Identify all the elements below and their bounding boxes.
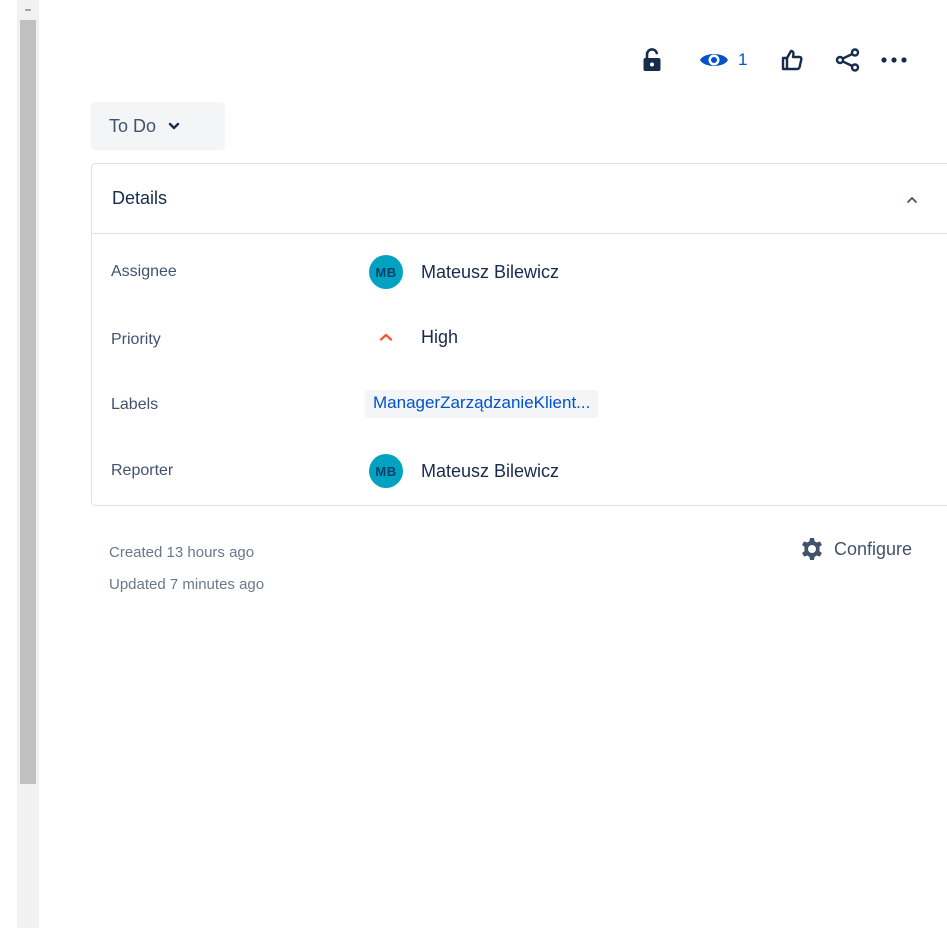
assignee-row: Assignee MB Mateusz Bilewicz [92, 252, 947, 292]
restrictions-button[interactable] [630, 42, 674, 78]
more-actions-button[interactable] [880, 42, 924, 78]
assignee-name: Mateusz Bilewicz [421, 261, 560, 282]
details-panel: Details Assignee MB Mateusz Bilewicz Pri… [91, 163, 947, 506]
priority-label: Priority [111, 331, 161, 348]
scroll-up-arrow[interactable] [17, 6, 39, 14]
unlock-icon [643, 48, 661, 71]
reporter-value[interactable]: MB Mateusz Bilewicz [369, 454, 559, 488]
priority-high-icon [369, 332, 403, 342]
priority-text: High [421, 326, 459, 347]
vertical-scrollbar[interactable] [17, 0, 39, 928]
issue-dates: Created 13 hours ago Updated 7 minutes a… [109, 537, 264, 601]
chevron-up-icon[interactable] [904, 192, 920, 208]
avatar: MB [369, 454, 403, 488]
labels-label: Labels [111, 396, 159, 413]
more-icon [881, 57, 907, 63]
issue-action-bar: 1 [630, 40, 924, 80]
issue-sidebar-page: 1 To Do Details Assignee MB Mateusz Bile… [0, 0, 947, 928]
assignee-label: Assignee [111, 263, 177, 280]
reporter-name: Mateusz Bilewicz [421, 460, 560, 481]
watch-button[interactable]: 1 [698, 42, 770, 78]
status-label: To Do [109, 115, 157, 136]
vote-button[interactable] [770, 42, 814, 78]
updated-date: Updated 7 minutes ago [109, 576, 265, 593]
created-date: Created 13 hours ago [109, 544, 255, 561]
configure-label: Configure [834, 538, 913, 559]
watch-count: 1 [738, 50, 748, 69]
avatar: MB [369, 255, 403, 289]
labels-row: Labels ManagerZarządzanieKlient... [92, 384, 947, 424]
thumbs-up-icon [781, 49, 803, 71]
eye-icon [700, 54, 728, 66]
priority-value[interactable]: High [369, 327, 458, 348]
details-title: Details [112, 188, 168, 208]
gear-icon [800, 537, 824, 561]
assignee-value[interactable]: MB Mateusz Bilewicz [369, 255, 559, 289]
scrollbar-thumb[interactable] [20, 20, 36, 784]
share-button[interactable] [826, 42, 870, 78]
details-header[interactable]: Details [92, 164, 947, 234]
reporter-row: Reporter MB Mateusz Bilewicz [92, 451, 947, 491]
share-icon [835, 48, 860, 72]
status-dropdown[interactable]: To Do [91, 102, 225, 150]
configure-button[interactable]: Configure [800, 533, 912, 565]
reporter-label: Reporter [111, 462, 174, 479]
priority-row: Priority High [92, 317, 947, 357]
chevron-down-icon [168, 121, 180, 131]
label-chip[interactable]: ManagerZarządzanieKlient... [365, 390, 599, 418]
labels-value: ManagerZarządzanieKlient... [365, 390, 599, 418]
